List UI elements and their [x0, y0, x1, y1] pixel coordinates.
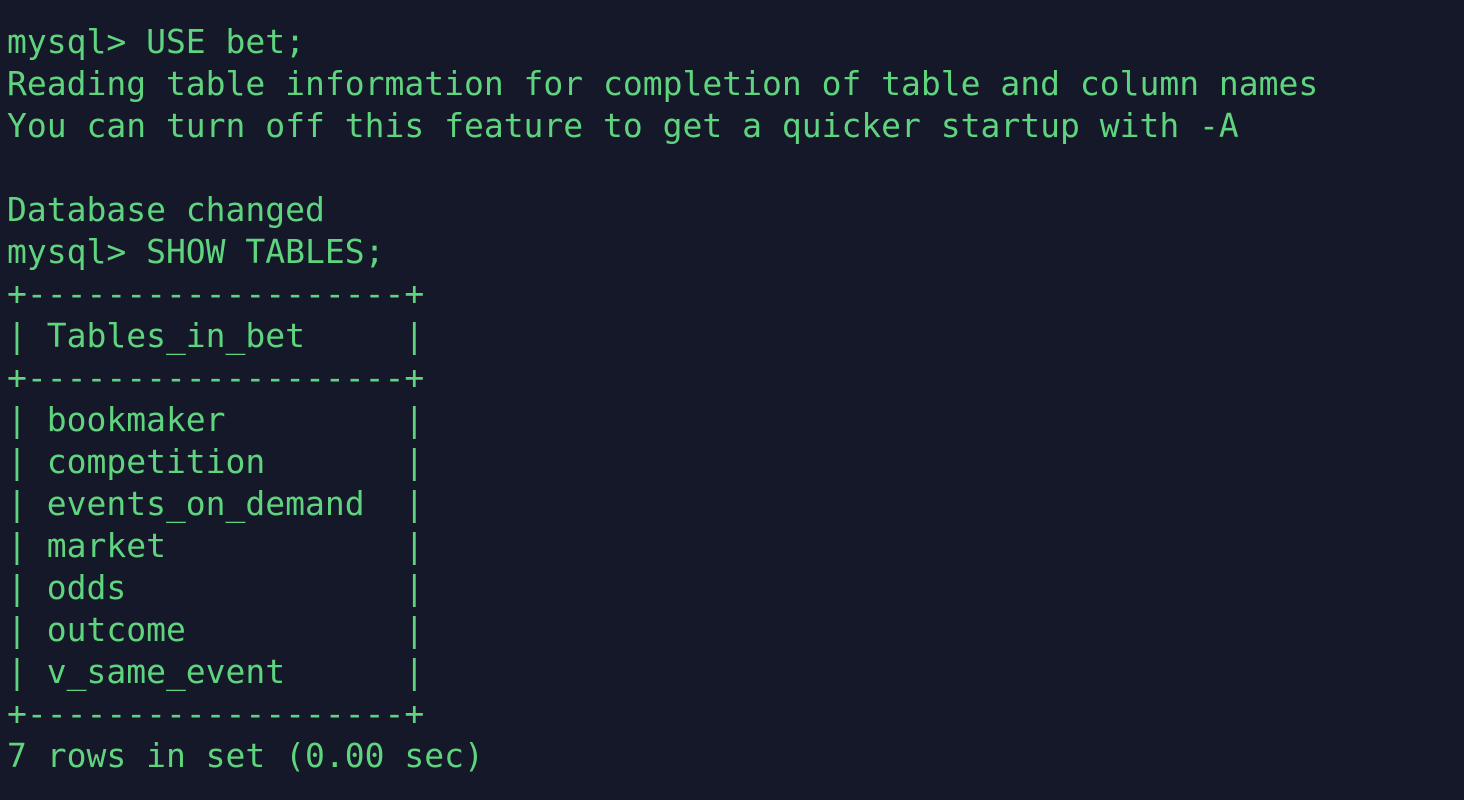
info-database-changed: Database changed [7, 190, 325, 229]
info-reading-table: Reading table information for completion… [7, 64, 1319, 103]
table-row: | bookmaker | [7, 400, 425, 439]
table-border-top: +-------------------+ [7, 274, 425, 313]
info-turn-off-feature: You can turn off this feature to get a q… [7, 106, 1239, 145]
command-use-bet: mysql> USE bet; [7, 22, 306, 61]
table-row: | competition | [7, 442, 425, 481]
result-summary: 7 rows in set (0.00 sec) [7, 736, 484, 775]
table-border-bottom: +-------------------+ [7, 694, 425, 733]
table-border-header: +-------------------+ [7, 358, 425, 397]
table-row: | outcome | [7, 610, 425, 649]
table-row: | v_same_event | [7, 652, 425, 691]
command-show-tables: mysql> SHOW TABLES; [7, 232, 385, 271]
table-header: | Tables_in_bet | [7, 316, 425, 355]
table-row: | events_on_demand | [7, 484, 425, 523]
terminal-window[interactable]: mysql> USE bet; Reading table informatio… [0, 0, 1464, 800]
table-row: | market | [7, 526, 425, 565]
table-row: | odds | [7, 568, 425, 607]
